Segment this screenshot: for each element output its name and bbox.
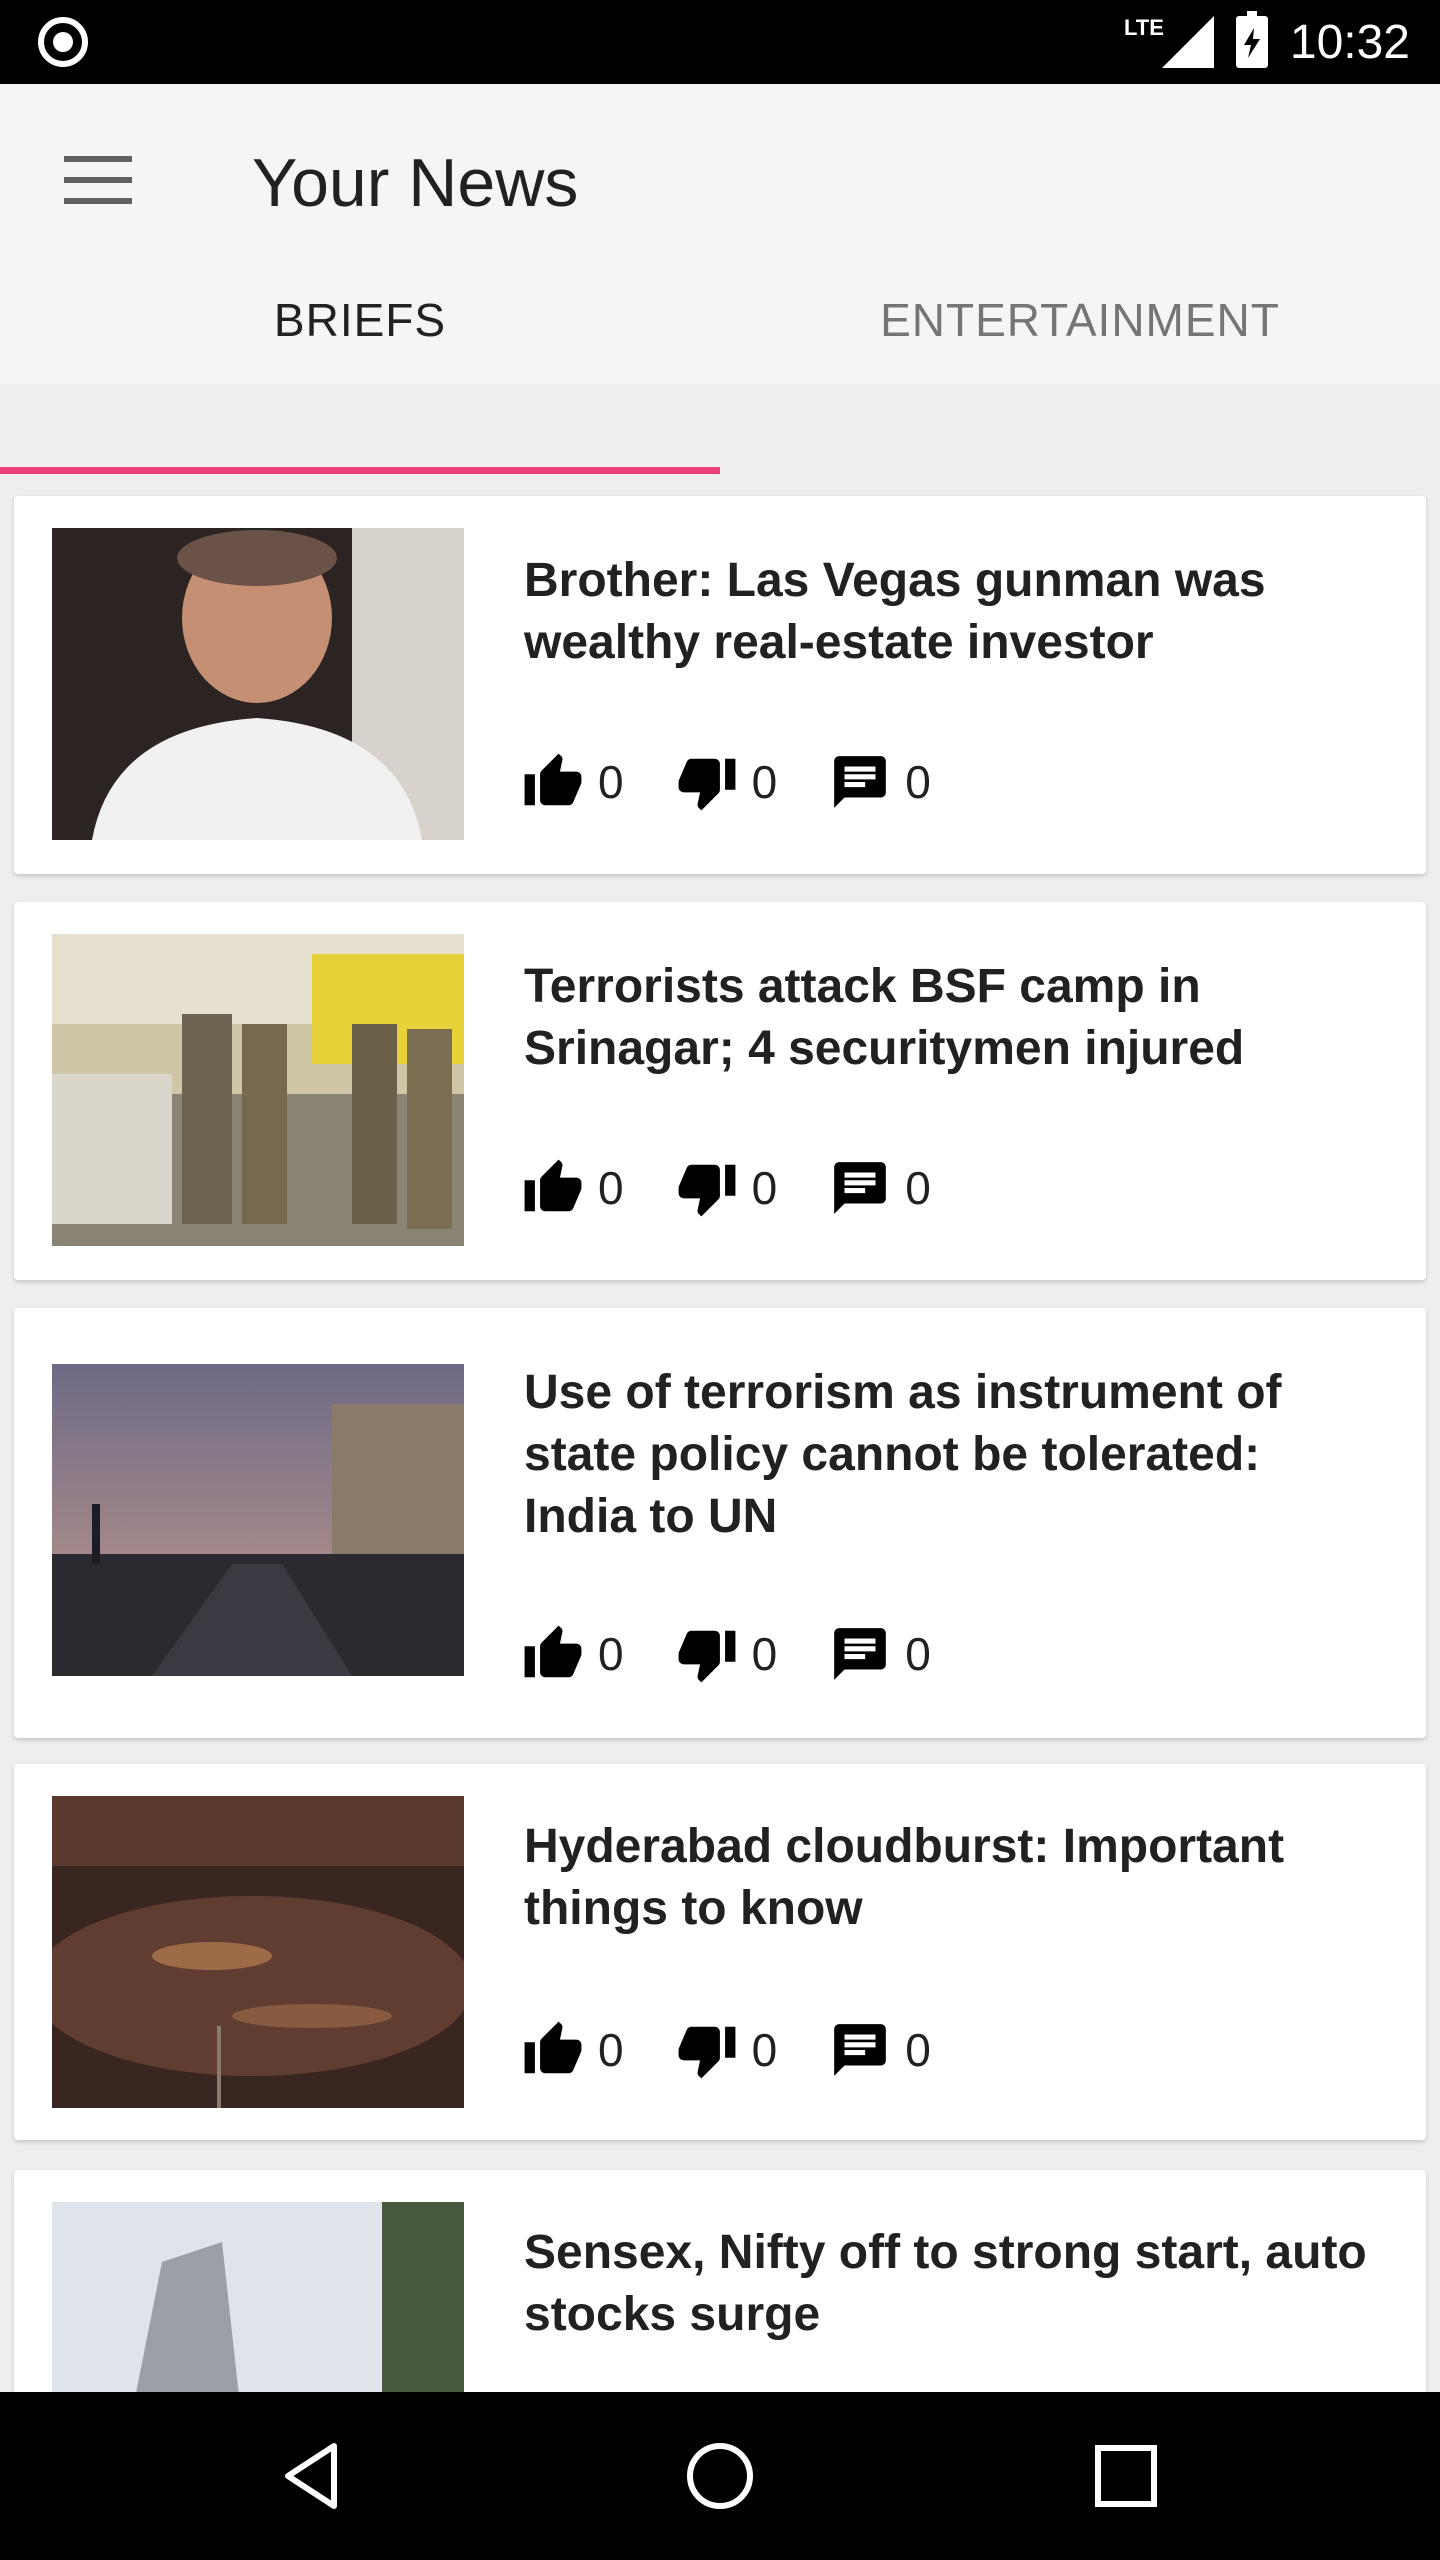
- active-tab-indicator: [0, 467, 720, 474]
- comment-button[interactable]: 0: [829, 1623, 931, 1685]
- article-thumbnail: [52, 1796, 464, 2108]
- system-nav-bar: [0, 2392, 1440, 2560]
- comment-button[interactable]: 0: [829, 1157, 931, 1219]
- thumbs-down-icon: [678, 758, 736, 811]
- comment-icon: [834, 1162, 887, 1214]
- article-headline[interactable]: Use of terrorism as instrument of state …: [524, 1362, 1374, 1548]
- article-actions: 0 0 0: [522, 1156, 983, 1220]
- dislike-count: 0: [751, 1162, 778, 1214]
- home-icon[interactable]: [680, 2436, 760, 2516]
- like-count: 0: [598, 1162, 624, 1214]
- comment-icon: [834, 1628, 887, 1680]
- thumbs-down-icon: [678, 2026, 736, 2079]
- status-right-group: LTE 10:32: [1124, 10, 1410, 74]
- battery-charging-icon: [1235, 11, 1268, 68]
- news-card[interactable]: Use of terrorism as instrument of state …: [14, 1308, 1426, 1738]
- page-title: Your News: [252, 145, 579, 221]
- like-count: 0: [598, 756, 624, 808]
- like-button[interactable]: 0: [522, 751, 624, 813]
- news-card[interactable]: Sensex, Nifty off to strong start, auto …: [14, 2170, 1426, 2392]
- hamburger-menu-icon[interactable]: [64, 156, 132, 212]
- news-card[interactable]: Hyderabad cloudburst: Important things t…: [14, 1764, 1426, 2140]
- dislike-button[interactable]: 0: [676, 1623, 778, 1685]
- article-thumbnail: [52, 1364, 464, 1676]
- back-icon[interactable]: [276, 2436, 356, 2516]
- article-actions: 0 0 0: [522, 1622, 983, 1686]
- comment-icon: [834, 756, 887, 808]
- tab-briefs[interactable]: BRIEFS: [0, 256, 720, 384]
- status-bar: LTE 10:32: [0, 0, 1440, 84]
- comment-count: 0: [905, 2024, 931, 2076]
- dislike-button[interactable]: 0: [676, 751, 778, 813]
- article-thumbnail: [52, 528, 464, 840]
- tab-entertainment[interactable]: ENTERTAINMENT: [720, 256, 1440, 384]
- dislike-button[interactable]: 0: [676, 1157, 778, 1219]
- network-type-label: LTE: [1123, 15, 1164, 40]
- thumbs-up-icon: [524, 1625, 582, 1678]
- comment-button[interactable]: 0: [829, 2019, 931, 2081]
- article-thumbnail: [52, 2202, 464, 2392]
- like-button[interactable]: 0: [522, 2019, 624, 2081]
- article-headline[interactable]: Terrorists attack BSF camp in Srinagar; …: [524, 956, 1374, 1080]
- like-count: 0: [598, 1628, 624, 1680]
- article-actions: 0 0 0: [522, 750, 983, 814]
- tab-bar: BRIEFS ENTERTAINMENT: [0, 256, 1440, 384]
- thumbs-up-icon: [524, 753, 582, 806]
- news-feed[interactable]: Brother: Las Vegas gunman was wealthy re…: [0, 474, 1440, 2392]
- thumbs-down-icon: [678, 1630, 736, 1683]
- thumbs-down-icon: [678, 1164, 736, 1217]
- thumbs-up-icon: [524, 2021, 582, 2074]
- article-headline[interactable]: Hyderabad cloudburst: Important things t…: [524, 1816, 1374, 1940]
- comment-button[interactable]: 0: [829, 751, 931, 813]
- record-indicator-icon: [38, 17, 88, 67]
- thumbs-up-icon: [524, 1159, 582, 1212]
- article-headline[interactable]: Brother: Las Vegas gunman was wealthy re…: [524, 550, 1374, 674]
- comment-count: 0: [905, 1628, 931, 1680]
- dislike-count: 0: [751, 756, 778, 808]
- recents-icon[interactable]: [1086, 2436, 1166, 2516]
- news-card[interactable]: Brother: Las Vegas gunman was wealthy re…: [14, 496, 1426, 874]
- comment-count: 0: [905, 1162, 931, 1214]
- signal-strength-icon: [1161, 16, 1214, 68]
- comment-count: 0: [905, 756, 931, 808]
- comment-icon: [834, 2024, 887, 2076]
- dislike-button[interactable]: 0: [676, 2019, 778, 2081]
- status-time: 10:32: [1289, 15, 1410, 69]
- article-headline[interactable]: Sensex, Nifty off to strong start, auto …: [524, 2222, 1374, 2346]
- article-actions: 0 0 0: [522, 2018, 983, 2082]
- like-button[interactable]: 0: [522, 1157, 624, 1219]
- dislike-count: 0: [751, 1628, 778, 1680]
- article-thumbnail: [52, 934, 464, 1246]
- like-count: 0: [598, 2024, 624, 2076]
- news-card[interactable]: Terrorists attack BSF camp in Srinagar; …: [14, 902, 1426, 1280]
- like-button[interactable]: 0: [522, 1623, 624, 1685]
- dislike-count: 0: [751, 2024, 778, 2076]
